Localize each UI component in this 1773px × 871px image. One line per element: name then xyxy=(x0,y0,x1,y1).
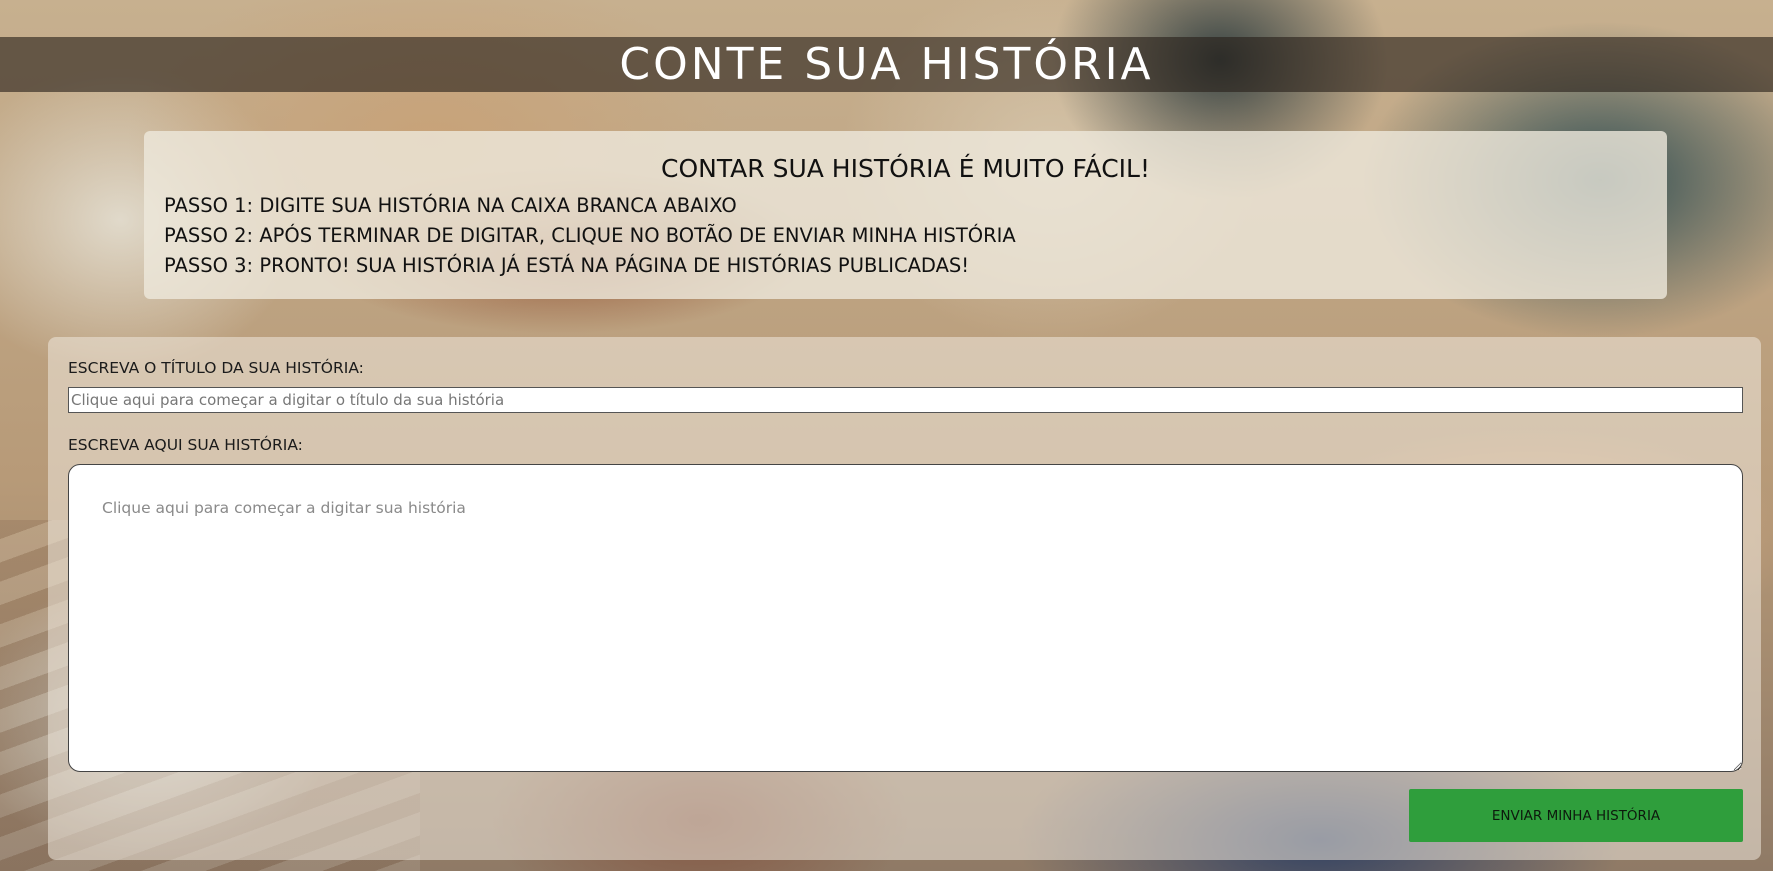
story-title-input[interactable] xyxy=(68,387,1743,413)
story-title-label: ESCREVA O TÍTULO DA SUA HISTÓRIA: xyxy=(68,359,364,377)
page-header: CONTE SUA HISTÓRIA xyxy=(0,37,1773,92)
page-title: CONTE SUA HISTÓRIA xyxy=(619,39,1154,90)
story-body-textarea[interactable] xyxy=(68,464,1743,772)
instructions-heading: CONTAR SUA HISTÓRIA É MUITO FÁCIL! xyxy=(661,154,1150,183)
instruction-step-1: PASSO 1: DIGITE SUA HISTÓRIA NA CAIXA BR… xyxy=(164,194,737,217)
instructions-panel: CONTAR SUA HISTÓRIA É MUITO FÁCIL! PASSO… xyxy=(144,131,1667,299)
instruction-step-2: PASSO 2: APÓS TERMINAR DE DIGITAR, CLIQU… xyxy=(164,224,1016,247)
instruction-step-3: PASSO 3: PRONTO! SUA HISTÓRIA JÁ ESTÁ NA… xyxy=(164,254,970,277)
submit-story-button[interactable]: ENVIAR MINHA HISTÓRIA xyxy=(1409,789,1743,842)
story-body-label: ESCREVA AQUI SUA HISTÓRIA: xyxy=(68,436,303,454)
story-form: ESCREVA O TÍTULO DA SUA HISTÓRIA: ESCREV… xyxy=(48,337,1761,860)
